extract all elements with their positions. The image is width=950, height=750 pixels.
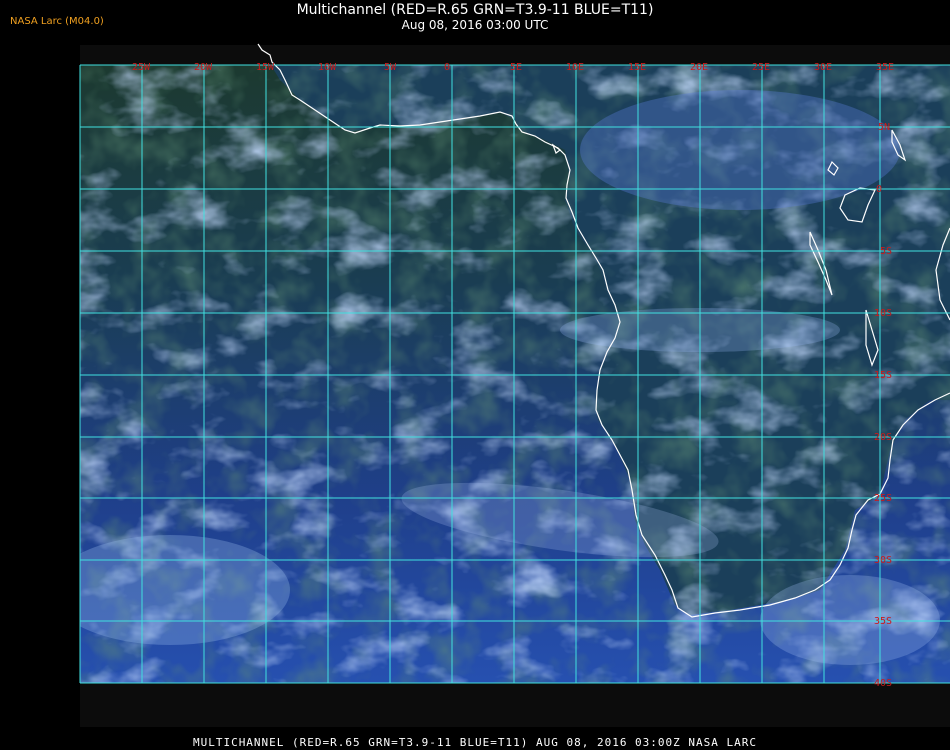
imagery-layer [80, 65, 950, 683]
lat-label-30s: 30S [874, 555, 892, 566]
lon-label-10w: 10W [318, 62, 337, 73]
lon-label-10e: 10E [566, 62, 584, 73]
lat-label-0: 0 [876, 184, 882, 195]
lon-label-5e: 5E [510, 62, 522, 73]
lat-label-5s: 5S [880, 246, 892, 257]
lat-label-20s: 20S [874, 432, 892, 443]
lon-label-30e: 30E [814, 62, 832, 73]
lon-label-0: 0 [444, 62, 450, 73]
lat-label-15s: 15S [874, 370, 892, 381]
lon-label-15w: 15W [256, 62, 275, 73]
footer-caption: MULTICHANNEL (RED=R.65 GRN=T3.9-11 BLUE=… [192, 736, 758, 749]
lon-label-25w: 25W [132, 62, 151, 73]
lat-label-5n: 5N [878, 122, 890, 133]
lat-label-35s: 35S [874, 616, 892, 627]
lon-label-20w: 20W [194, 62, 213, 73]
satellite-map: 25W 20W 15W 10W 5W 0 5E 10E 15E 20E 25E … [79, 43, 950, 727]
lat-label-10s: 10S [874, 308, 892, 319]
lat-label-25s: 25S [874, 493, 892, 504]
lon-label-15e: 15E [628, 62, 646, 73]
lon-label-20e: 20E [690, 62, 708, 73]
lon-label-25e: 25E [752, 62, 770, 73]
lon-label-35e: 35E [876, 62, 894, 73]
lat-label-40s: 40S [874, 678, 892, 689]
lon-label-5w: 5W [384, 62, 397, 73]
